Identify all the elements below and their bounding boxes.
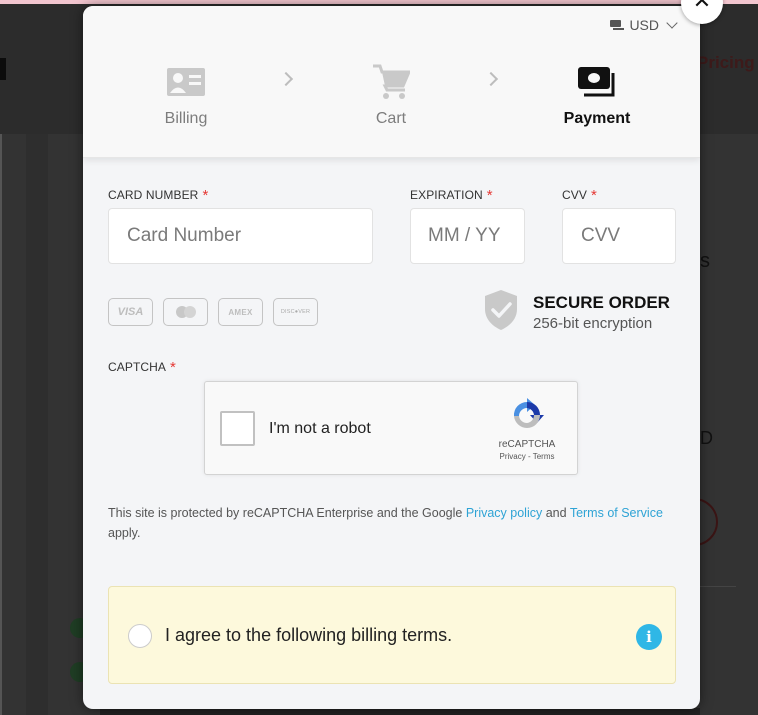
card-number-label-text: CARD NUMBER: [108, 188, 199, 202]
currency-selector[interactable]: USD: [610, 17, 678, 33]
notice-text: and: [542, 506, 570, 520]
chevron-right-icon: [483, 71, 499, 87]
checkout-steps: Billing Cart Payment: [83, 64, 700, 134]
recaptcha-links[interactable]: Privacy - Terms: [492, 452, 562, 461]
discover-icon: DISC●VER: [273, 298, 318, 326]
billing-terms-box: I agree to the following billing terms. …: [108, 586, 676, 684]
agree-terms-label[interactable]: I agree to the following billing terms.: [165, 625, 452, 646]
step-payment[interactable]: Payment: [537, 64, 657, 128]
step-billing[interactable]: Billing: [126, 64, 246, 128]
cart-icon: [331, 64, 451, 100]
required-marker: *: [202, 187, 209, 204]
expiration-label: EXPIRATION *: [410, 186, 493, 204]
required-marker: *: [170, 359, 176, 376]
notice-text: This site is protected by reCAPTCHA Ente…: [108, 506, 466, 520]
secure-order-subtitle: 256-bit encryption: [533, 315, 653, 332]
cvv-input[interactable]: [562, 208, 676, 264]
page-divider: [0, 134, 2, 715]
page-text-fragment: [100, 708, 700, 715]
recaptcha-widget: I'm not a robot reCAPTCHA Privacy - Term…: [204, 381, 578, 475]
cvv-label: CVV *: [562, 186, 597, 204]
page-logo-fragment: [0, 58, 6, 80]
card-number-label: CARD NUMBER *: [108, 186, 209, 204]
accepted-cards: VISA AMEX DISC●VER: [108, 298, 318, 326]
card-number-input[interactable]: [108, 208, 373, 264]
required-marker: *: [486, 187, 493, 204]
step-label: Cart: [375, 110, 407, 127]
id-card-icon: [126, 64, 246, 100]
secure-order-text: SECURE ORDER 256-bit encryption: [533, 293, 670, 332]
recaptcha-icon: [508, 398, 546, 436]
page-column: [26, 134, 48, 715]
amex-icon: AMEX: [218, 298, 263, 326]
recaptcha-checkbox[interactable]: [220, 411, 255, 446]
close-icon: ✕: [692, 0, 712, 13]
step-cart[interactable]: Cart: [331, 64, 451, 128]
money-icon: [610, 20, 625, 30]
expiration-input[interactable]: [410, 208, 525, 264]
money-bill-icon: [537, 64, 657, 100]
chevron-down-icon: [666, 17, 678, 29]
captcha-label: CAPTCHA *: [108, 358, 176, 376]
agree-terms-radio[interactable]: [128, 624, 152, 648]
chevron-right-icon: [278, 71, 294, 87]
mastercard-icon: [163, 298, 208, 326]
required-marker: *: [590, 187, 597, 204]
page-text-fragment: s: [700, 250, 710, 272]
visa-icon: VISA: [108, 298, 153, 326]
step-label: Billing: [164, 110, 208, 127]
info-icon[interactable]: i: [636, 624, 662, 650]
page-text-fragment: D: [700, 428, 713, 448]
cvv-label-text: CVV: [562, 188, 587, 202]
captcha-label-text: CAPTCHA: [108, 360, 167, 374]
shield-check-icon: [483, 289, 519, 336]
currency-label: USD: [629, 17, 659, 33]
recaptcha-logo: reCAPTCHA Privacy - Terms: [492, 396, 562, 461]
secure-order-title: SECURE ORDER: [533, 293, 670, 312]
notice-text: apply.: [108, 526, 141, 540]
nav-link-pricing: Pricing: [697, 53, 755, 72]
page-divider: [700, 586, 736, 587]
step-label: Payment: [563, 110, 631, 127]
recaptcha-label: I'm not a robot: [269, 420, 371, 437]
recaptcha-brand: reCAPTCHA: [498, 439, 556, 450]
checkout-modal: USD Billing Cart Payment CARD NUMBER * C…: [83, 6, 700, 709]
terms-of-service-link[interactable]: Terms of Service: [570, 506, 663, 520]
secure-order-badge: SECURE ORDER 256-bit encryption: [483, 289, 670, 336]
privacy-policy-link[interactable]: Privacy policy: [466, 506, 542, 520]
checkout-steps-header: USD Billing Cart Payment: [83, 6, 700, 158]
expiration-label-text: EXPIRATION: [410, 188, 483, 202]
recaptcha-notice: This site is protected by reCAPTCHA Ente…: [108, 503, 668, 543]
